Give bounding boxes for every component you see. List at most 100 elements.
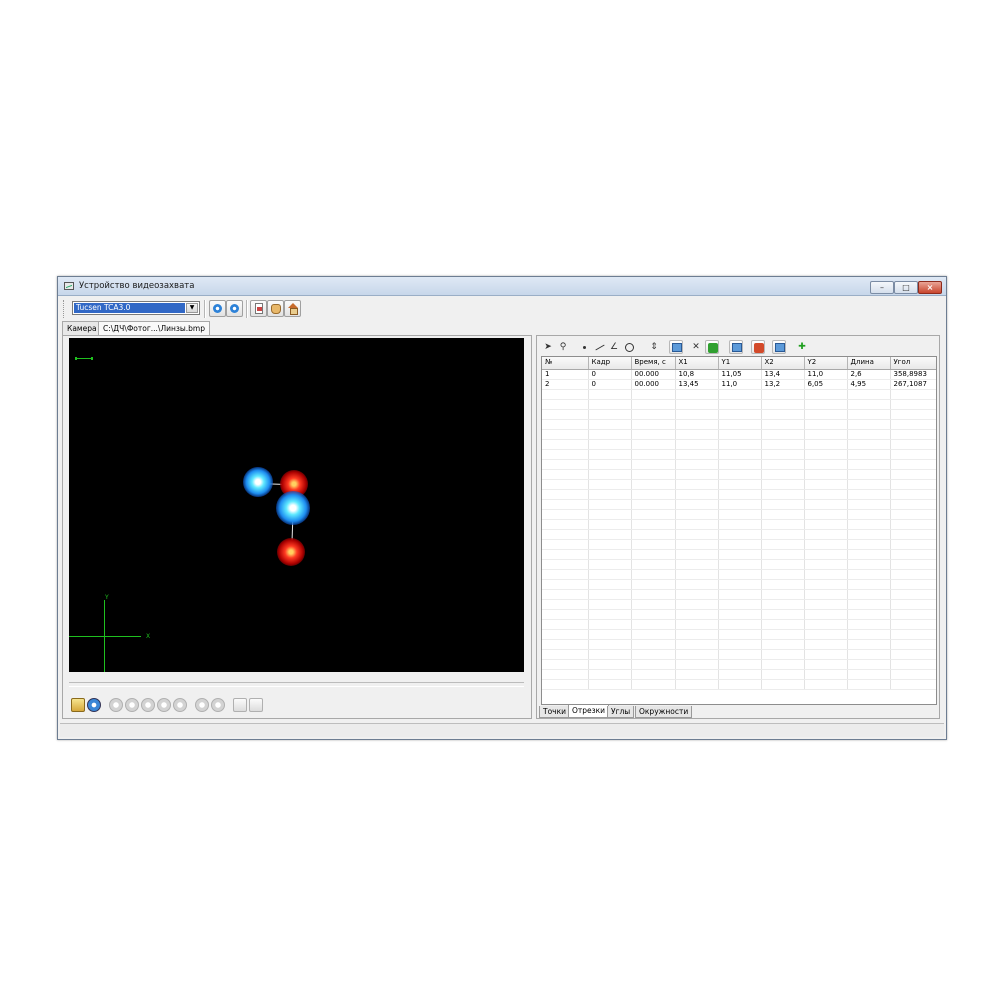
- open-folder-button[interactable]: [71, 698, 85, 712]
- tab-camera[interactable]: Камера: [62, 321, 102, 335]
- export-table-tool[interactable]: [772, 340, 786, 354]
- tab-circles[interactable]: Окружности: [635, 706, 693, 718]
- last-frame-button[interactable]: [173, 698, 187, 712]
- column-header[interactable]: №: [542, 357, 589, 370]
- delete-tool[interactable]: ✕: [689, 340, 703, 354]
- segment-tool[interactable]: [592, 340, 606, 354]
- zoom-tool[interactable]: ⚲: [556, 340, 570, 354]
- column-header[interactable]: X2: [761, 357, 805, 370]
- column-header[interactable]: Угол: [890, 357, 936, 370]
- circle-icon: [625, 343, 634, 352]
- empty-cell: [718, 549, 762, 560]
- next-frame-button[interactable]: [157, 698, 171, 712]
- empty-cell: [631, 549, 676, 560]
- settings-button[interactable]: [226, 300, 243, 317]
- save-tool[interactable]: [751, 340, 765, 354]
- empty-cell: [718, 609, 762, 620]
- minimize-button[interactable]: –: [870, 281, 894, 294]
- empty-cell: [675, 489, 719, 500]
- loop-button[interactable]: [233, 698, 247, 712]
- empty-cell: [718, 599, 762, 610]
- tab-points[interactable]: Точки: [539, 706, 571, 718]
- empty-cell: [631, 529, 676, 540]
- frame-tool[interactable]: [669, 340, 683, 354]
- empty-cell: [718, 529, 762, 540]
- empty-cell: [804, 669, 848, 680]
- scrub-track[interactable]: [69, 682, 524, 687]
- column-header[interactable]: Y1: [718, 357, 762, 370]
- point-tool[interactable]: [577, 340, 591, 354]
- empty-cell: [675, 649, 719, 660]
- first-frame-button[interactable]: [109, 698, 123, 712]
- empty-cell: [542, 599, 589, 610]
- empty-cell: [588, 509, 632, 520]
- column-header[interactable]: Y2: [804, 357, 848, 370]
- empty-cell: [718, 499, 762, 510]
- calibrate-tool[interactable]: ⇕: [647, 340, 661, 354]
- empty-cell: [847, 409, 891, 420]
- chevron-down-icon[interactable]: ▼: [186, 303, 198, 313]
- camera-select[interactable]: Tucsen TCA3.0 ▼: [72, 301, 200, 315]
- close-button[interactable]: ×: [918, 281, 942, 294]
- empty-row: [542, 569, 936, 580]
- playback-controls: [69, 698, 529, 716]
- empty-cell: [847, 629, 891, 640]
- add-tool[interactable]: ✚: [795, 340, 809, 354]
- document-button[interactable]: [250, 300, 267, 317]
- empty-cell: [890, 419, 936, 430]
- empty-cell: [542, 639, 589, 650]
- empty-cell: [588, 389, 632, 400]
- empty-cell: [890, 579, 936, 590]
- connect-button[interactable]: [209, 300, 226, 317]
- empty-cell: [804, 659, 848, 670]
- copy-tool[interactable]: [729, 340, 743, 354]
- stop-button[interactable]: [211, 698, 225, 712]
- circle-tool[interactable]: [622, 340, 636, 354]
- empty-cell: [631, 649, 676, 660]
- erase-tool[interactable]: [705, 340, 719, 354]
- empty-cell: [890, 479, 936, 490]
- maximize-button[interactable]: □: [894, 281, 918, 294]
- pointer-tool[interactable]: ➤: [541, 340, 555, 354]
- capture-button[interactable]: [87, 698, 101, 712]
- empty-cell: [631, 469, 676, 480]
- play-button[interactable]: [141, 698, 155, 712]
- empty-cell: [761, 579, 805, 590]
- table-cell: 13,45: [675, 379, 719, 390]
- empty-cell: [761, 529, 805, 540]
- empty-cell: [761, 399, 805, 410]
- column-header[interactable]: Время, с: [631, 357, 676, 370]
- video-view[interactable]: X Y: [69, 338, 524, 672]
- empty-cell: [675, 519, 719, 530]
- table-row[interactable]: 1 0 00.000 10,8 11,05 13,4 11,0 2,6 358,8983: [542, 369, 936, 380]
- empty-cell: [847, 389, 891, 400]
- empty-cell: [761, 459, 805, 470]
- prev-frame-button[interactable]: [125, 698, 139, 712]
- angle-tool[interactable]: ∠: [607, 340, 621, 354]
- frame-icon: [672, 343, 682, 352]
- column-header[interactable]: Кадр: [588, 357, 632, 370]
- empty-cell: [847, 659, 891, 670]
- empty-row: [542, 539, 936, 550]
- table-cell: 0: [588, 379, 632, 390]
- table-row[interactable]: 2 0 00.000 13,45 11,0 13,2 6,05 4,95 267,1087: [542, 379, 936, 390]
- tab-angles[interactable]: Углы: [607, 706, 635, 718]
- empty-cell: [631, 539, 676, 550]
- empty-cell: [675, 619, 719, 630]
- empty-cell: [542, 469, 589, 480]
- export-button[interactable]: [249, 698, 263, 712]
- empty-cell: [631, 459, 676, 470]
- hand-button[interactable]: [267, 300, 284, 317]
- column-header[interactable]: X1: [675, 357, 719, 370]
- empty-cell: [804, 439, 848, 450]
- tab-segments[interactable]: Отрезки: [568, 705, 610, 718]
- empty-cell: [761, 559, 805, 570]
- empty-cell: [804, 549, 848, 560]
- tab-file-image[interactable]: C:\ДЧ\Фотог...\Линзы.bmp: [98, 321, 210, 336]
- copy-icon: [732, 343, 742, 352]
- home-button[interactable]: [284, 300, 301, 317]
- empty-cell: [804, 649, 848, 660]
- column-header[interactable]: Длина: [847, 357, 891, 370]
- record-button[interactable]: [195, 698, 209, 712]
- empty-cell: [631, 399, 676, 410]
